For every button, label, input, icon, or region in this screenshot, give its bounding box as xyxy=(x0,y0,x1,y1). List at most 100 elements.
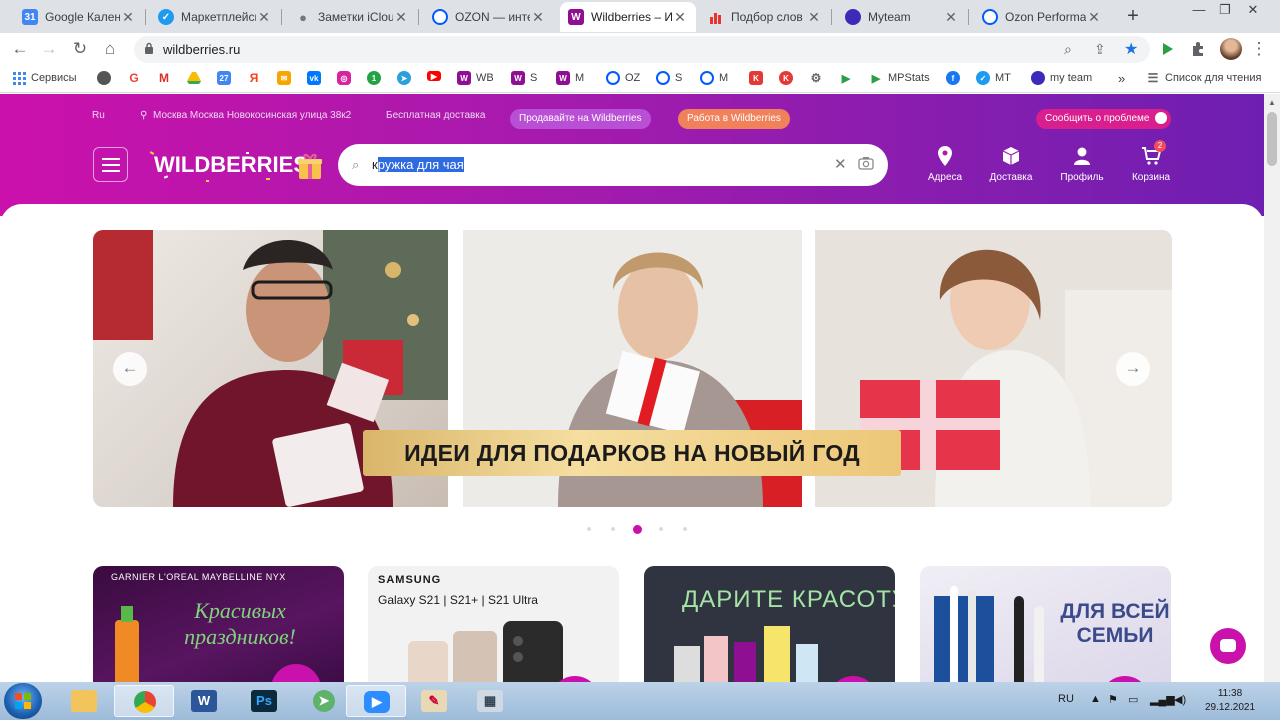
promo-card-samsung[interactable]: SAMSUNG Galaxy S21 | S21+ | S21 Ultra xyxy=(368,566,619,682)
free-delivery-link[interactable]: Бесплатная доставка xyxy=(386,110,485,121)
bookmark-vk[interactable]: vk xyxy=(307,71,326,85)
bookmark-services[interactable]: Сервисы xyxy=(12,71,77,85)
network-signal-icon[interactable]: ▂▄▆ xyxy=(1150,693,1175,706)
bookmark-youtube[interactable]: ▶ xyxy=(427,71,446,81)
forward-arrow-icon[interactable]: → xyxy=(38,38,60,60)
nav-profile[interactable]: Профиль xyxy=(1052,146,1112,183)
carousel-dot-active[interactable] xyxy=(633,525,642,534)
bookmark-wb-m[interactable]: WM xyxy=(556,71,584,85)
bookmark-k[interactable]: K xyxy=(749,71,768,85)
taskbar-photoshop[interactable]: Ps xyxy=(234,685,294,717)
bookmark-google[interactable]: G xyxy=(127,71,146,85)
delivery-address[interactable]: Москва Москва Новокосинская улица 38к2 xyxy=(153,110,351,121)
taskbar-word[interactable]: W xyxy=(174,685,234,717)
carousel-next-arrow-icon[interactable]: → xyxy=(1116,352,1150,386)
avatar[interactable] xyxy=(1220,38,1242,60)
close-icon[interactable]: ✕ xyxy=(672,9,688,26)
share-icon[interactable]: ⇪ xyxy=(1094,41,1106,58)
extensions-puzzle-icon[interactable] xyxy=(1190,41,1206,57)
bookmark-k-circle[interactable]: K xyxy=(779,71,798,85)
clear-search-icon[interactable]: ✕ xyxy=(834,155,847,173)
taskbar-explorer[interactable] xyxy=(54,685,114,717)
minimize-button[interactable]: — xyxy=(1186,0,1212,22)
tab-marketplaces[interactable]: ✓ Маркетплейсы ✕ xyxy=(150,2,280,32)
volume-icon[interactable]: ◀) xyxy=(1174,693,1186,706)
promo-card-family[interactable]: ДЛЯ ВСЕЙ СЕМЬИ xyxy=(920,566,1171,682)
report-problem-button[interactable]: Сообщить о проблеме xyxy=(1036,109,1172,129)
bookmark-apple[interactable] xyxy=(97,71,116,85)
system-clock[interactable]: 11:38 29.12.2021 xyxy=(1203,687,1257,715)
tab-word-selection[interactable]: Подбор слов ✕ xyxy=(700,2,830,32)
keyboard-language[interactable]: RU xyxy=(1058,693,1074,705)
taskbar-paint[interactable]: ✎ xyxy=(404,685,464,717)
action-center-flag-icon[interactable]: ⚑ xyxy=(1108,693,1118,706)
search-input[interactable]: кружка для чая xyxy=(372,157,464,172)
carousel-prev-arrow-icon[interactable]: ← xyxy=(113,352,147,386)
display-icon[interactable]: ▭ xyxy=(1128,693,1138,706)
bookmark-wb[interactable]: W WB xyxy=(457,71,494,85)
promo-card-beauty-brands[interactable]: GARNIER L'OREAL MAYBELLINE NYX Красивых … xyxy=(93,566,344,682)
bookmark-instagram[interactable]: ◎ xyxy=(337,71,356,85)
new-tab-button[interactable]: + xyxy=(1120,4,1146,30)
nav-addresses[interactable]: Адреса xyxy=(915,146,975,183)
taskbar-calculator[interactable]: ▦ xyxy=(460,685,520,717)
bookmark-facebook[interactable]: f xyxy=(946,71,965,85)
bookmark-mt[interactable]: ✓ MT xyxy=(976,71,1011,85)
close-icon[interactable]: ✕ xyxy=(1086,9,1102,26)
page-scrollbar[interactable]: ▲ xyxy=(1264,94,1280,682)
address-bar[interactable]: wildberries.ru ⌕ ⇪ ★ xyxy=(134,36,1150,63)
tab-icloud-notes[interactable]: ● Заметки iCloud ✕ xyxy=(287,2,417,32)
zoom-icon[interactable]: ⌕ xyxy=(1064,41,1072,58)
show-hidden-icons-icon[interactable]: ▲ xyxy=(1090,693,1101,705)
reload-icon[interactable]: ↻ xyxy=(69,38,91,60)
close-icon[interactable]: ✕ xyxy=(120,9,136,26)
taskbar-zoom[interactable]: ▶ xyxy=(346,685,406,717)
tab-ozon-performance[interactable]: Ozon Performa ✕ xyxy=(974,2,1110,32)
bookmark-calendar[interactable]: 27 xyxy=(217,71,236,85)
close-icon[interactable]: ✕ xyxy=(943,9,959,26)
banner-caption[interactable]: ИДЕИ ДЛЯ ПОДАРКОВ НА НОВЫЙ ГОД xyxy=(363,430,901,476)
taskbar-telegram[interactable]: ➤ xyxy=(294,685,354,717)
bookmark-oz-m[interactable]: M xyxy=(700,71,728,85)
camera-icon[interactable] xyxy=(858,156,874,170)
menu-dots-icon[interactable]: ⋮ xyxy=(1248,38,1270,60)
restore-button[interactable]: ❐ xyxy=(1212,0,1238,22)
nav-delivery[interactable]: Доставка xyxy=(981,146,1041,183)
tab-wildberries[interactable]: W Wildberries – И ✕ xyxy=(560,2,696,32)
start-button[interactable] xyxy=(4,683,42,719)
close-icon[interactable]: ✕ xyxy=(256,9,272,26)
reading-list[interactable]: ☰ Список для чтения xyxy=(1146,71,1262,85)
bookmark-oz[interactable]: OZ xyxy=(606,71,640,85)
carousel-dot[interactable] xyxy=(683,527,687,531)
work-at-wb-button[interactable]: Работа в Wildberries xyxy=(678,109,790,129)
more-bookmarks-icon[interactable]: » xyxy=(1118,71,1125,86)
tab-google-calendar[interactable]: 31 Google Календ ✕ xyxy=(14,2,144,32)
nav-cart[interactable]: 2 Корзина xyxy=(1121,140,1181,183)
bookmark-mpstats[interactable]: ▶ MPStats xyxy=(869,71,930,85)
bookmark-gear[interactable]: ⚙ xyxy=(809,71,828,85)
tab-myteam[interactable]: Myteam ✕ xyxy=(837,2,967,32)
bookmark-wb-s[interactable]: WS xyxy=(511,71,537,85)
bookmark-oz-s[interactable]: S xyxy=(656,71,682,85)
home-icon[interactable]: ⌂ xyxy=(99,38,121,60)
sell-on-wb-button[interactable]: Продавайте на Wildberries xyxy=(510,109,651,129)
catalog-menu-button[interactable] xyxy=(93,147,128,182)
carousel-dot[interactable] xyxy=(611,527,615,531)
search-bar[interactable]: ⌕ кружка для чая ✕ xyxy=(338,144,888,186)
window-close-button[interactable]: ✕ xyxy=(1240,0,1266,22)
bookmark-telegram[interactable]: ➤ xyxy=(397,71,416,85)
bookmark-gmail[interactable]: M xyxy=(157,71,176,85)
carousel-dot[interactable] xyxy=(659,527,663,531)
bookmark-drive[interactable] xyxy=(187,71,206,85)
carousel-dot[interactable] xyxy=(587,527,591,531)
taskbar-chrome[interactable] xyxy=(114,685,174,717)
close-icon[interactable]: ✕ xyxy=(530,9,546,26)
scrollbar-thumb[interactable] xyxy=(1267,112,1277,166)
support-chat-button[interactable] xyxy=(1210,628,1246,664)
language-selector[interactable]: Ru xyxy=(92,110,105,121)
bookmark-play[interactable]: ▶ xyxy=(839,71,858,85)
promo-card-give-beauty[interactable]: ДАРИТЕ КРАСОТУ! xyxy=(644,566,895,682)
scroll-up-arrow-icon[interactable]: ▲ xyxy=(1268,98,1276,107)
bookmark-one[interactable]: 1 xyxy=(367,71,386,85)
close-icon[interactable]: ✕ xyxy=(393,9,409,26)
